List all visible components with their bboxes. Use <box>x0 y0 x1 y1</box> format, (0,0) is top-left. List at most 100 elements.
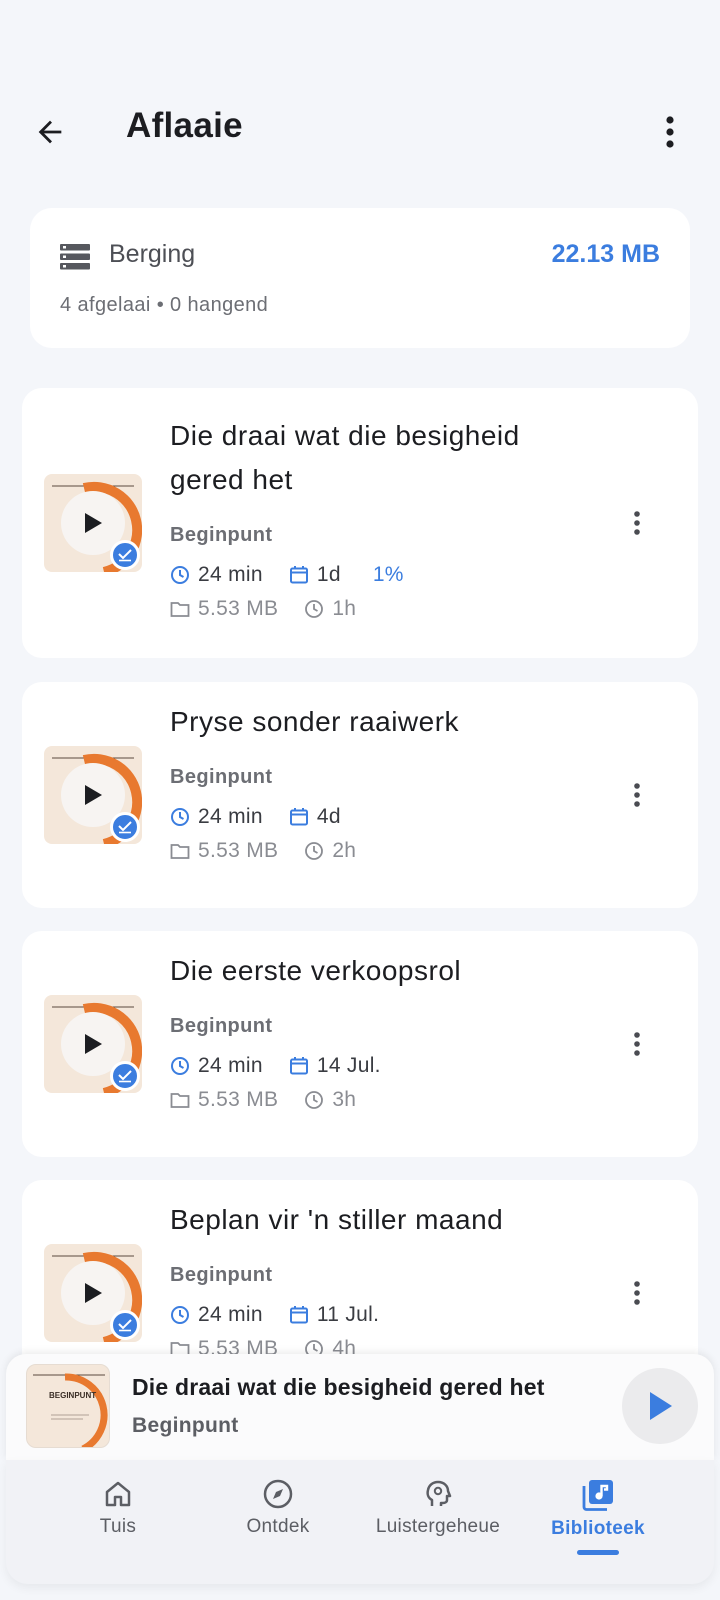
episode-card[interactable]: Pryse sonder raaiwerk Beginpunt 24 min 4… <box>22 682 698 908</box>
play-icon <box>85 513 102 533</box>
storage-label: Berging <box>109 240 196 268</box>
clock-icon <box>171 1306 189 1324</box>
check-icon <box>118 1070 132 1083</box>
folder-icon <box>170 844 190 859</box>
bottom-navigation: Tuis Ontdek Luistergeheue Biblioteek <box>6 1460 714 1584</box>
duration-text: 24 min <box>198 1054 263 1077</box>
episode-thumbnail[interactable] <box>44 1244 142 1342</box>
episode-show: Beginpunt <box>170 1264 273 1286</box>
now-playing-cover: BEGINPUNT <box>26 1364 110 1448</box>
clock-icon <box>305 600 324 618</box>
calendar-icon <box>289 808 308 826</box>
episode-menu-button[interactable] <box>622 1020 652 1068</box>
folder-icon <box>170 602 190 617</box>
episode-thumbnail[interactable] <box>44 746 142 844</box>
check-icon <box>118 549 132 562</box>
publish-date: 4d <box>289 805 341 829</box>
episode-title: Die draai wat die besigheid gered het <box>170 420 520 495</box>
back-button[interactable] <box>26 108 74 156</box>
nav-item-tuis[interactable]: Tuis <box>38 1478 198 1568</box>
storage-card: Berging 22.13 MB 4 afgelaai • 0 hangend <box>30 208 690 348</box>
duration-text: 24 min <box>198 1303 263 1326</box>
nav-label: Tuis <box>99 1516 137 1537</box>
downloaded-ago-text: 3h <box>332 1088 357 1111</box>
check-icon <box>118 821 132 834</box>
episode-card[interactable]: Die draai wat die besigheid gered het Be… <box>22 388 698 658</box>
nav-item-luistergeheue[interactable]: Luistergeheue <box>358 1478 518 1568</box>
check-icon <box>118 1319 132 1332</box>
episode-menu-button[interactable] <box>622 1269 652 1317</box>
downloaded-badge <box>110 1061 140 1091</box>
episode-title: Pryse sonder raaiwerk <box>170 706 460 737</box>
file-size: 5.53 MB <box>170 1088 278 1112</box>
episode-meta: 24 min 11 Jul. <box>170 1300 405 1330</box>
calendar-icon <box>289 1306 308 1324</box>
file-size-text: 5.53 MB <box>198 597 279 620</box>
file-size: 5.53 MB <box>170 597 278 621</box>
downloaded-ago: 3h <box>304 1088 356 1112</box>
file-size: 5.53 MB <box>170 839 278 863</box>
compass-icon <box>263 1479 293 1509</box>
more-vert-icon <box>634 511 640 535</box>
episode-meta: 24 min 1d 1% <box>170 560 430 590</box>
episode-title: Die eerste verkoopsrol <box>170 955 462 986</box>
play-icon <box>85 1034 102 1054</box>
downloaded-ago-text: 2h <box>332 839 357 862</box>
clock-icon <box>305 1091 324 1109</box>
nav-label: Luistergeheue <box>375 1516 501 1537</box>
episode-file-meta: 5.53 MB 1h <box>170 594 382 624</box>
downloaded-ago: 1h <box>304 597 356 621</box>
downloaded-badge <box>110 540 140 570</box>
more-vert-icon <box>634 783 640 807</box>
file-size-text: 5.53 MB <box>198 839 279 862</box>
duration-text: 24 min <box>198 805 263 828</box>
episode-thumbnail[interactable] <box>44 995 142 1093</box>
overflow-menu-button[interactable] <box>650 108 690 156</box>
cover-title: BEGINPUNT <box>49 1391 97 1400</box>
date-text: 14 Jul. <box>316 1054 381 1077</box>
storage-size: 22.13 MB <box>551 240 660 268</box>
home-icon <box>105 1481 131 1507</box>
download-summary: 4 afgelaai • 0 hangend <box>60 294 269 316</box>
duration: 24 min <box>170 805 263 829</box>
nav-item-ontdek[interactable]: Ontdek <box>198 1478 358 1568</box>
episode-meta: 24 min 14 Jul. <box>170 1051 407 1081</box>
play-icon <box>85 1283 102 1303</box>
episode-menu-button[interactable] <box>622 771 652 819</box>
page-title: Aflaaie <box>126 106 243 145</box>
nav-label: Biblioteek <box>551 1518 645 1539</box>
duration-text: 24 min <box>198 563 263 586</box>
date-text: 1d <box>316 563 341 586</box>
episode-thumbnail[interactable] <box>44 474 142 572</box>
calendar-icon <box>289 1057 308 1075</box>
play-icon <box>650 1392 672 1420</box>
episode-title: Beplan vir 'n stiller maand <box>170 1204 504 1235</box>
episode-show: Beginpunt <box>170 1015 273 1037</box>
downloaded-badge <box>110 812 140 842</box>
downloaded-ago-text: 1h <box>332 597 357 620</box>
arrow-left-icon <box>38 120 62 144</box>
more-vert-icon <box>634 1281 640 1305</box>
clock-icon <box>305 842 324 860</box>
mini-play-button[interactable] <box>622 1368 698 1444</box>
more-vert-icon <box>666 116 674 148</box>
file-size-text: 5.53 MB <box>198 1088 279 1111</box>
episode-card[interactable]: Die eerste verkoopsrol Beginpunt 24 min … <box>22 931 698 1157</box>
mini-player[interactable]: BEGINPUNT Die draai wat die besigheid ge… <box>6 1354 714 1460</box>
brain-icon <box>426 1480 452 1506</box>
publish-date: 1d <box>289 563 341 587</box>
play-icon <box>85 785 102 805</box>
downloaded-ago: 2h <box>304 839 356 863</box>
episode-menu-button[interactable] <box>622 499 652 547</box>
nav-item-biblioteek[interactable]: Biblioteek <box>518 1478 678 1568</box>
folder-icon <box>170 1093 190 1108</box>
duration: 24 min <box>170 1303 263 1327</box>
calendar-icon <box>289 566 308 584</box>
now-playing-title: Die draai wat die besigheid gered het <box>132 1374 545 1400</box>
publish-date: 14 Jul. <box>289 1054 381 1078</box>
clock-icon <box>171 1057 189 1075</box>
date-text: 11 Jul. <box>316 1303 380 1326</box>
app-header: Aflaaie <box>0 96 720 162</box>
library-music-icon <box>582 1480 613 1511</box>
duration: 24 min <box>170 563 263 587</box>
